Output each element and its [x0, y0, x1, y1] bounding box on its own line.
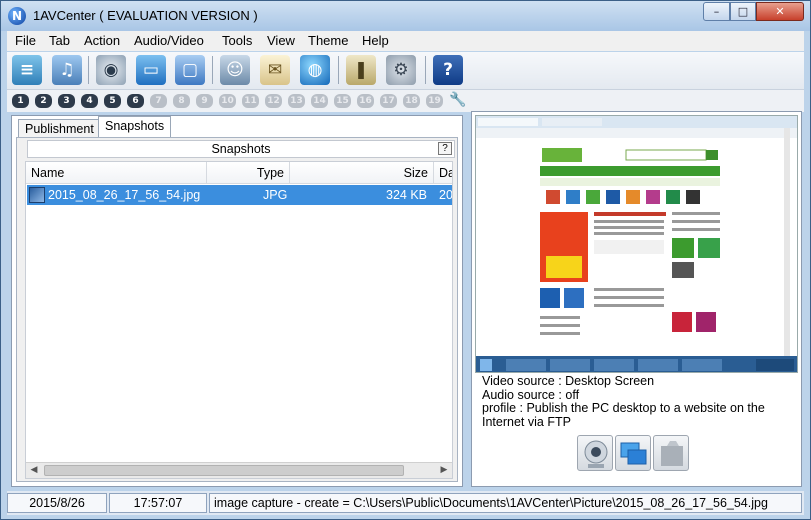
channel-15-button[interactable]: 15 — [334, 94, 351, 108]
title-bar[interactable]: N 1AVCenter ( EVALUATION VERSION ) – □ ✕ — [1, 1, 810, 31]
menu-file[interactable]: File — [15, 33, 36, 48]
app-logo-icon: N — [8, 7, 26, 25]
close-button[interactable]: ✕ — [756, 2, 804, 21]
channel-tab-bar: 1 2 3 4 5 6 7 8 9 10 11 12 13 14 15 16 1… — [7, 90, 804, 112]
channel-19-button[interactable]: 19 — [426, 94, 443, 108]
minimize-button[interactable]: – — [703, 2, 730, 21]
status-message: image capture - create = C:\Users\Public… — [209, 493, 802, 513]
menu-theme[interactable]: Theme — [308, 33, 348, 48]
desktop-source-icon — [620, 442, 647, 465]
column-size[interactable]: Size — [290, 162, 434, 184]
menu-view[interactable]: View — [267, 33, 295, 48]
table-row[interactable]: 2015_08_26_17_56_54.jpg JPG 324 KB 20 — [27, 185, 453, 205]
status-time: 17:57:07 — [109, 493, 207, 513]
window-title: 1AVCenter ( EVALUATION VERSION ) — [33, 8, 258, 23]
menu-audio-video[interactable]: Audio/Video — [134, 33, 204, 48]
video-source-label: Video source : Desktop Screen — [482, 374, 655, 388]
column-date[interactable]: Da — [434, 162, 452, 184]
column-type[interactable]: Type — [207, 162, 290, 184]
channel-1-button[interactable]: 1 — [12, 94, 29, 108]
row-file-size: 324 KB — [386, 188, 428, 202]
help-icon[interactable]: ? — [433, 55, 463, 85]
menu-help[interactable]: Help — [362, 33, 389, 48]
toolbar-separator — [425, 56, 426, 84]
toolbar-separator — [338, 56, 339, 84]
menu-bar: File Tab Action Audio/Video Tools View T… — [7, 31, 804, 51]
webcam-source-button[interactable] — [577, 435, 613, 471]
desktop-source-button[interactable] — [615, 435, 651, 471]
email-icon[interactable]: ✉ — [260, 55, 290, 85]
snapshot-list[interactable]: Name Type Size Da 2015_08_26_17_56_54.jp… — [25, 161, 453, 479]
toolbar: ≡ ♫ ◉ ▭ ▢ ☺ ✉ ◍ ❚ ⚙ ? — [7, 52, 804, 90]
channel-2-button[interactable]: 2 — [35, 94, 52, 108]
scroll-thumb[interactable] — [44, 465, 404, 476]
snapshots-header: Snapshots ? — [27, 140, 455, 158]
column-name[interactable]: Name — [26, 162, 207, 184]
channel-3-button[interactable]: 3 — [58, 94, 75, 108]
profile-label: profile : Publish the PC desktop to a we… — [482, 401, 765, 429]
row-file-name: 2015_08_26_17_56_54.jpg — [48, 188, 201, 202]
app-window: N 1AVCenter ( EVALUATION VERSION ) – □ ✕… — [0, 0, 811, 520]
scroll-left-arrow-icon[interactable]: ◀ — [26, 463, 42, 478]
channel-18-button[interactable]: 18 — [403, 94, 420, 108]
channel-14-button[interactable]: 14 — [311, 94, 328, 108]
horizontal-scrollbar[interactable]: ◀ ▶ — [26, 462, 452, 478]
row-file-type: JPG — [263, 188, 288, 202]
broadcast-icon[interactable]: ≡ — [12, 55, 42, 85]
channel-7-button[interactable]: 7 — [150, 94, 167, 108]
user-account-icon[interactable]: ☺ — [220, 55, 250, 85]
snapshots-panel: Snapshots ? Name Type Size Da 2015_08_26… — [16, 137, 458, 482]
file-source-button[interactable] — [653, 435, 689, 471]
menu-tools[interactable]: Tools — [222, 33, 252, 48]
audio-video-icon[interactable]: ♫ — [52, 55, 82, 85]
scroll-right-arrow-icon[interactable]: ▶ — [436, 463, 452, 478]
tab-publishment[interactable]: Publishment — [18, 119, 101, 138]
file-source-icon — [661, 441, 683, 466]
row-file-date: 20 — [439, 188, 453, 202]
source-info: Video source : Desktop Screen Audio sour… — [482, 374, 792, 429]
fullscreen-icon[interactable]: ▢ — [175, 55, 205, 85]
wrench-icon[interactable]: 🔧 — [449, 92, 466, 108]
right-panel: Video source : Desktop Screen Audio sour… — [471, 111, 802, 487]
channel-8-button[interactable]: 8 — [173, 94, 190, 108]
desktop-screen-icon[interactable]: ▭ — [136, 55, 166, 85]
book-icon[interactable]: ❚ — [346, 55, 376, 85]
status-bar: 2015/8/26 17:57:07 image capture - creat… — [7, 491, 804, 515]
menu-action[interactable]: Action — [84, 33, 120, 48]
audio-source-label: Audio source : off — [482, 387, 580, 402]
channel-13-button[interactable]: 13 — [288, 94, 305, 108]
webcam-source-icon — [584, 440, 608, 468]
image-file-icon — [29, 187, 45, 203]
channel-11-button[interactable]: 11 — [242, 94, 259, 108]
tab-snapshots[interactable]: Snapshots — [98, 116, 172, 138]
desktop-preview-image — [476, 116, 797, 372]
settings-gear-icon[interactable]: ⚙ — [386, 55, 416, 85]
toolbar-separator — [88, 56, 89, 84]
left-panel: Publishment Snapshots Snapshots ? Name T… — [11, 115, 463, 487]
snapshots-title: Snapshots — [211, 142, 271, 156]
status-date: 2015/8/26 — [7, 493, 107, 513]
channel-4-button[interactable]: 4 — [81, 94, 98, 108]
snapshots-help-button[interactable]: ? — [438, 142, 452, 155]
channel-9-button[interactable]: 9 — [196, 94, 213, 108]
menu-tab[interactable]: Tab — [49, 33, 70, 48]
channel-17-button[interactable]: 17 — [380, 94, 397, 108]
desktop-preview — [475, 115, 798, 373]
channel-10-button[interactable]: 10 — [219, 94, 236, 108]
webcam-icon[interactable]: ◉ — [96, 55, 126, 85]
channel-12-button[interactable]: 12 — [265, 94, 282, 108]
channel-16-button[interactable]: 16 — [357, 94, 374, 108]
toolbar-separator — [212, 56, 213, 84]
channel-6-button[interactable]: 6 — [127, 94, 144, 108]
channel-5-button[interactable]: 5 — [104, 94, 121, 108]
internet-globe-icon[interactable]: ◍ — [300, 55, 330, 85]
list-header: Name Type Size Da — [26, 162, 452, 184]
maximize-button[interactable]: □ — [730, 2, 756, 21]
